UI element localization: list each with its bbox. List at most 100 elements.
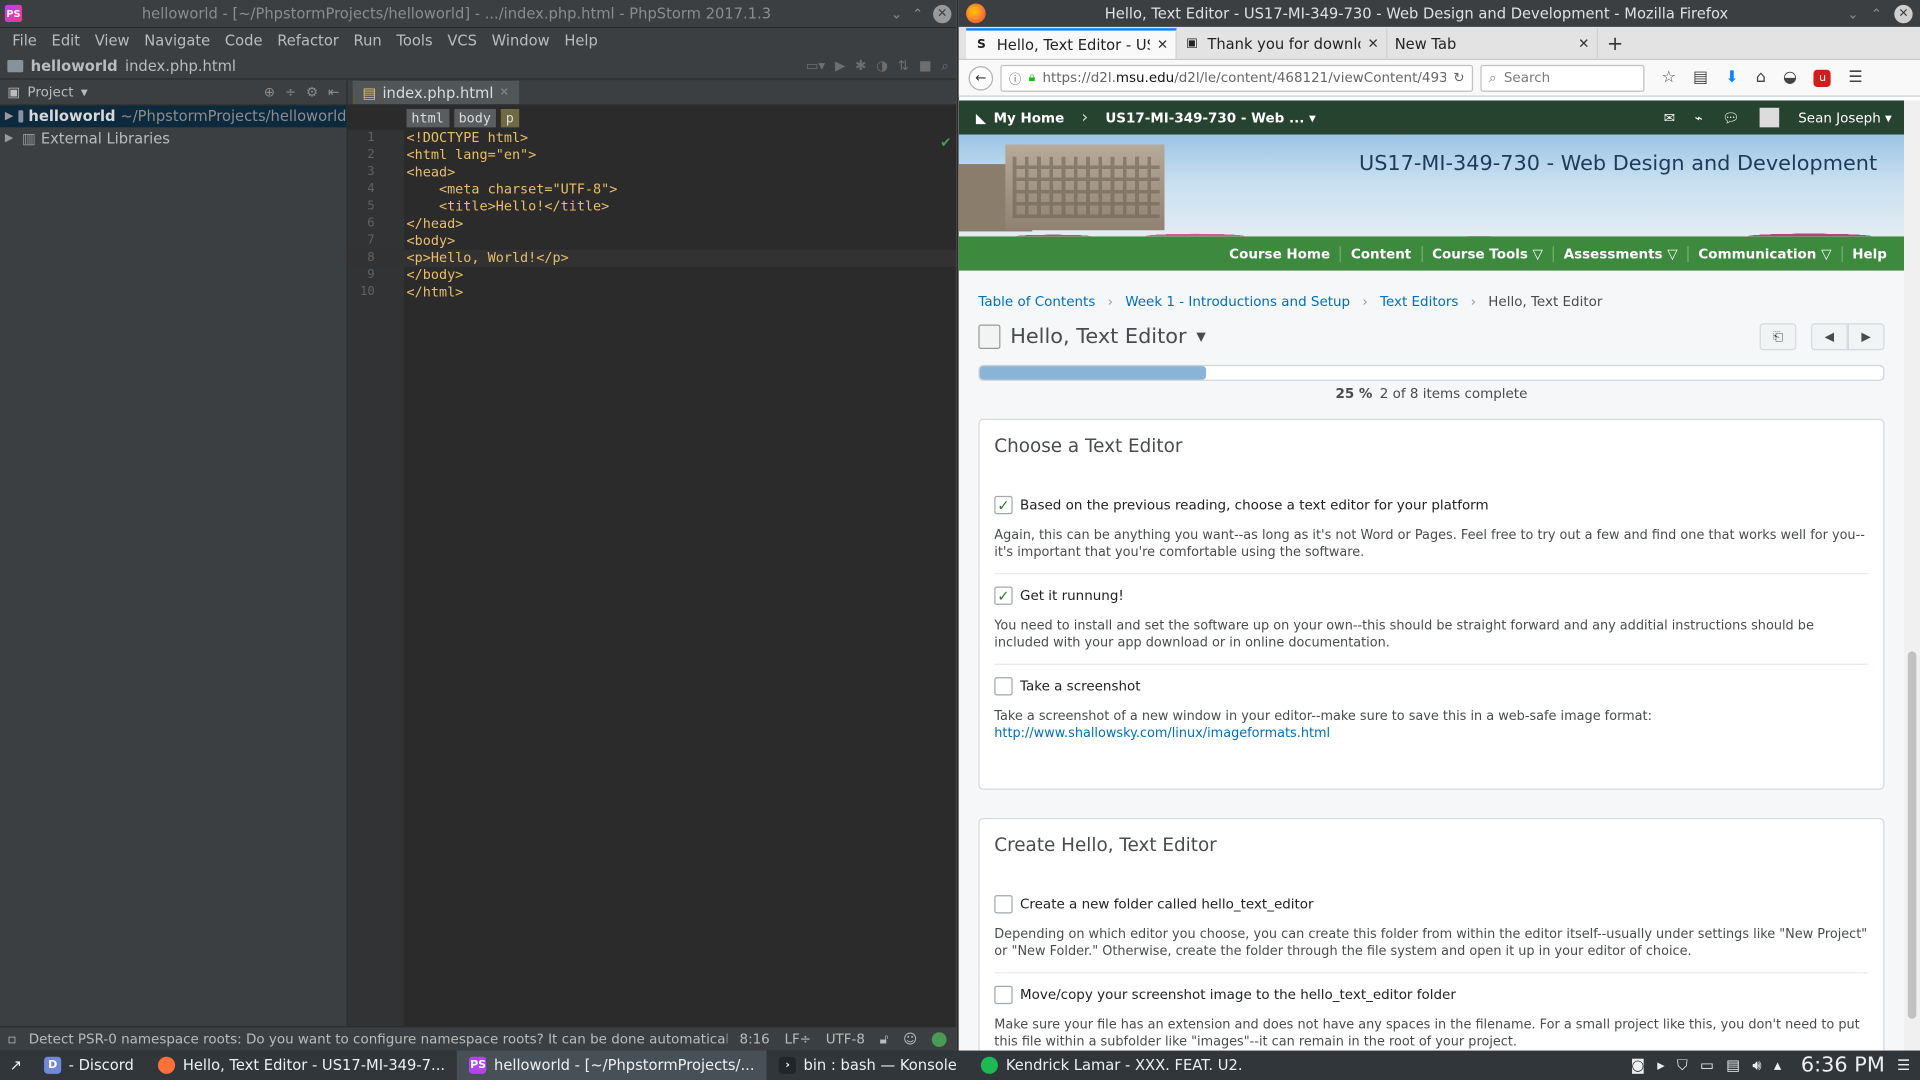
tree-item-external-libraries[interactable]: ▶ ▥ External Libraries [0,127,347,149]
search-bar[interactable]: ⌕ Search [1480,64,1645,92]
minimize-icon[interactable]: ⌄ [891,6,902,22]
url-text[interactable]: https://d2l.msu.edu/d2l/le/content/46812… [1042,70,1445,86]
file-encoding[interactable]: UTF-8 [826,1031,865,1047]
tag-crumb-body[interactable]: body [453,108,496,127]
tag-crumb-html[interactable]: html [406,108,449,127]
mail-icon[interactable]: ✉ [1664,110,1675,126]
menu-help[interactable]: Help [557,32,605,49]
app-launcher-icon[interactable]: ↗ [0,1051,32,1080]
user-menu[interactable]: Sean Joseph ▾ [1798,110,1892,126]
crumb-table-of-contents[interactable]: Table of Contents [978,294,1095,310]
chevron-down-icon[interactable]: ▼ [1196,330,1205,343]
url-bar[interactable]: ⓘ 🔒︎ https://d2l.msu.edu/d2l/le/content/… [1000,64,1474,92]
checkbox[interactable] [994,677,1013,696]
shield-icon[interactable]: ⛉ [1677,1056,1688,1074]
my-home-link[interactable]: ◣ My Home [976,110,1064,126]
hamburger-menu-icon[interactable]: ☰ [1848,69,1862,87]
crumb-text-editors[interactable]: Text Editors [1380,294,1458,310]
back-arrow-icon[interactable]: ← [968,65,994,91]
gear-icon[interactable]: ⚙ [306,84,318,100]
menu-view[interactable]: View [87,32,137,49]
code-line[interactable]: 7 <body> [348,233,957,250]
nav-content[interactable]: Content [1341,245,1423,262]
status-message[interactable]: Detect PSR-0 namespace roots: Do you wan… [29,1031,728,1047]
taskbar-item-discord[interactable]: D- Discord [32,1051,146,1080]
updates-icon[interactable]: ⌁ [1695,110,1703,126]
tag-crumb-p[interactable]: p [500,108,519,127]
media-icon[interactable]: ▸ [1657,1057,1664,1074]
nav-crumb-file[interactable]: index.php.html [125,57,236,74]
discord-tray-icon[interactable]: ◙ [1631,1057,1645,1074]
tree-item-helloworld[interactable]: ▶ helloworld ~/PhpstormProjects/hellowor… [0,105,347,128]
taskbar-item-spotify[interactable]: Kendrick Lamar - XXX. FEAT. U2. [969,1051,1255,1080]
reload-icon[interactable]: ↻ [1453,70,1464,86]
course-selector[interactable]: US17-MI-349-730 - Web ... ▾ [1105,110,1315,126]
close-tab-icon[interactable]: ✕ [1578,36,1589,52]
menu-run[interactable]: Run [346,32,389,49]
expand-arrow-icon[interactable]: ▶ [5,132,17,144]
menu-vcs[interactable]: VCS [440,32,484,49]
nav-crumb-project[interactable]: helloworld [31,57,118,74]
new-tab-icon[interactable]: + [1598,28,1632,59]
menu-edit[interactable]: Edit [44,32,87,49]
crumb-week-1[interactable]: Week 1 - Introductions and Setup [1125,294,1350,310]
chevron-down-icon[interactable]: ▾ [81,84,88,100]
menu-navigate[interactable]: Navigate [137,32,218,49]
line-separator[interactable]: LF÷ [784,1031,811,1047]
menu-refactor[interactable]: Refactor [270,32,346,49]
show-desktop-icon[interactable]: ☰ [1897,1057,1910,1074]
maximize-icon[interactable]: ⌃ [912,6,923,22]
collapse-icon[interactable]: ÷ [285,84,296,100]
download-arrow-icon[interactable]: ⬇ [1725,69,1738,87]
close-icon[interactable]: ✕ [933,4,952,23]
code-line[interactable]: 10 </html> [348,284,957,301]
info-icon[interactable]: ⓘ [1009,69,1021,86]
home-icon[interactable]: ⌂ [1756,69,1766,87]
checkbox[interactable] [994,985,1013,1005]
minimize-icon[interactable]: ⌄ [1847,6,1858,22]
hector-icon[interactable]: ☺︎ [903,1031,917,1047]
clock[interactable]: 6:36 PM [1801,1053,1885,1077]
event-log-icon[interactable] [931,1031,947,1047]
caret-position[interactable]: 8:16 [739,1031,769,1047]
chat-icon[interactable]: 💬︎ [1722,110,1739,126]
next-topic-button[interactable]: ▶ [1847,323,1885,351]
menu-window[interactable]: Window [484,32,557,49]
close-tab-icon[interactable]: ✕ [1367,36,1378,52]
close-icon[interactable]: ✕ [1894,4,1913,23]
nav-course-home[interactable]: Course Home [1219,245,1342,262]
nav-communication[interactable]: Communication ▽ [1689,245,1843,262]
nav-help[interactable]: Help [1842,246,1896,262]
ublock-icon[interactable]: u [1814,69,1832,87]
code-line[interactable]: 9 </body> [348,267,957,284]
star-icon[interactable]: ☆ [1662,69,1676,87]
code-line[interactable]: 4 <meta charset="UTF-8"> [348,181,957,198]
search-everywhere-icon[interactable]: ⌕ [941,57,949,74]
hide-icon[interactable]: ⇤ [328,84,339,100]
display-icon[interactable]: ▭ [1700,1057,1714,1074]
previous-topic-button[interactable]: ◀ [1811,323,1848,351]
checked-checkbox[interactable]: ✓ [994,586,1013,605]
code-line[interactable]: 8 <p>Hello, World!</p> [347,249,957,267]
nav-assessments[interactable]: Assessments ▽ [1554,245,1689,262]
browser-tab[interactable]: ▣ Thank you for downloadi ✕ [1177,28,1388,59]
taskbar-item-firefox[interactable]: Hello, Text Editor - US17-MI-349-7... [146,1051,457,1080]
run-config-dropdown-icon[interactable]: ▭▾ [806,58,825,74]
description-link[interactable]: http://www.shallowsky.com/linux/imagefor… [994,726,1330,741]
taskbar-item-konsole[interactable]: › bin : bash — Konsole [767,1051,969,1080]
bookmark-button[interactable]: ⎗ [1759,323,1797,351]
browser-tab[interactable]: New Tab ✕ [1387,28,1598,59]
coverage-icon[interactable]: ◑ [876,58,888,74]
reader-list-icon[interactable]: ▤ [1693,69,1708,87]
stop-icon[interactable]: ■ [919,58,932,74]
vcs-icon[interactable]: ⇅ [898,58,909,74]
lock-icon[interactable]: 🔓︎ [880,1030,889,1047]
avatar[interactable] [1759,107,1779,128]
code-line[interactable]: 2 <html lang="en"> [348,147,957,164]
close-tab-icon[interactable]: ✕ [1157,37,1168,53]
run-icon[interactable]: ▶ [835,58,845,74]
locate-icon[interactable]: ⊕ [264,84,275,100]
expand-arrow-icon[interactable]: ▶ [5,110,13,122]
checked-checkbox[interactable]: ✓ [994,495,1013,515]
clipboard-icon[interactable]: ▤ [1726,1057,1740,1074]
